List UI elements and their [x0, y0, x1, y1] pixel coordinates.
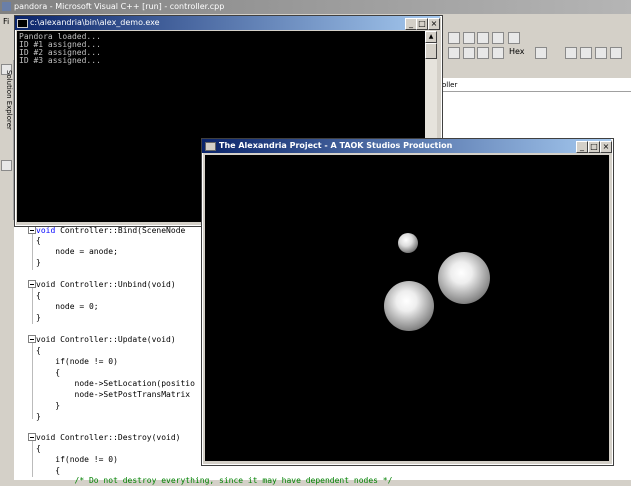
toolbar-icon-5[interactable] [508, 32, 520, 44]
code-line: { [36, 346, 41, 355]
scroll-up-arrow-icon[interactable]: ▲ [425, 31, 437, 43]
toolbar-icon-12[interactable] [580, 47, 592, 59]
hex-toggle-button[interactable]: Hex [509, 47, 525, 56]
code-line: } [36, 412, 41, 421]
code-line: node = anode; [36, 247, 118, 256]
toolbar-icon-13[interactable] [595, 47, 607, 59]
solution-explorer-tab[interactable]: Solution Explorer [1, 70, 13, 150]
console-title-bar[interactable]: c:\alexandria\bin\alex_demo.exe [15, 16, 440, 30]
sphere-left [384, 281, 434, 331]
toolbar-icon-3[interactable] [477, 32, 489, 44]
class-view-icon[interactable] [1, 160, 12, 171]
code-line: node = 0; [36, 302, 99, 311]
toolbar-icon-6[interactable] [448, 47, 460, 59]
alexandria-title-text: The Alexandria Project - A TAOK Studios … [219, 141, 453, 150]
alexandria-maximize-button[interactable]: □ [588, 141, 600, 153]
menu-file[interactable]: Fi [3, 17, 9, 26]
console-title-text: c:\alexandria\bin\alex_demo.exe [30, 18, 160, 27]
collapse-toggle[interactable] [28, 335, 36, 343]
code-line: } [36, 401, 61, 410]
visual-cpp-icon [2, 2, 11, 11]
console-icon [17, 19, 28, 28]
toolbar-icon-9[interactable] [492, 47, 504, 59]
code-line: { [36, 368, 61, 377]
code-line: { [36, 291, 41, 300]
outline-guide [32, 437, 33, 477]
code-comment-line: /* Do not destroy everything, since it m… [36, 476, 393, 485]
code-line: if(node != 0) [36, 455, 118, 464]
toolbar-icon-14[interactable] [610, 47, 622, 59]
outline-guide [32, 339, 33, 419]
collapse-toggle[interactable] [28, 226, 36, 234]
toolbar-icon-1[interactable] [448, 32, 460, 44]
alexandria-minimize-button[interactable]: _ [576, 141, 588, 153]
toolbar-icon-10[interactable] [535, 47, 547, 59]
code-line: node->SetPostTransMatrix [36, 390, 191, 399]
code-line: void Controller::Bind(SceneNode [36, 226, 186, 235]
sphere-right [438, 252, 490, 304]
toolbar-icon-11[interactable] [565, 47, 577, 59]
console-maximize-button[interactable]: □ [416, 18, 428, 30]
code-line: void Controller::Update(void) [36, 335, 176, 344]
toolbar-icon-4[interactable] [492, 32, 504, 44]
code-line: void Controller::Destroy(void) [36, 433, 181, 442]
ide-title-text: pandora - Microsoft Visual C++ [run] - c… [14, 2, 225, 11]
render-viewport[interactable] [205, 155, 609, 461]
alexandria-close-button[interactable]: × [600, 141, 612, 153]
ide-toolbar [440, 28, 631, 76]
small-sphere [398, 233, 418, 253]
code-line: node->SetLocation(positio [36, 379, 195, 388]
toolbar-icon-2[interactable] [463, 32, 475, 44]
code-line: if(node != 0) [36, 357, 118, 366]
console-line: ID #3 assigned... [19, 56, 101, 65]
toolbar-icon-7[interactable] [463, 47, 475, 59]
code-line: { [36, 444, 41, 453]
code-line: { [36, 236, 41, 245]
code-line: } [36, 258, 41, 267]
console-close-button[interactable]: × [428, 18, 440, 30]
scroll-thumb[interactable] [425, 43, 437, 59]
code-line: } [36, 313, 41, 322]
collapse-toggle[interactable] [28, 280, 36, 288]
side-panel-header: oller [440, 78, 631, 92]
toolbar-icon-8[interactable] [477, 47, 489, 59]
code-line: void Controller::Unbind(void) [36, 280, 176, 289]
outline-guide [32, 230, 33, 270]
ide-title-bar: pandora - Microsoft Visual C++ [run] - c… [0, 0, 631, 14]
outline-guide [32, 284, 33, 324]
code-line: { [36, 466, 61, 475]
alexandria-title-bar[interactable]: The Alexandria Project - A TAOK Studios … [202, 139, 611, 153]
window-icon [205, 142, 216, 151]
collapse-toggle[interactable] [28, 433, 36, 441]
